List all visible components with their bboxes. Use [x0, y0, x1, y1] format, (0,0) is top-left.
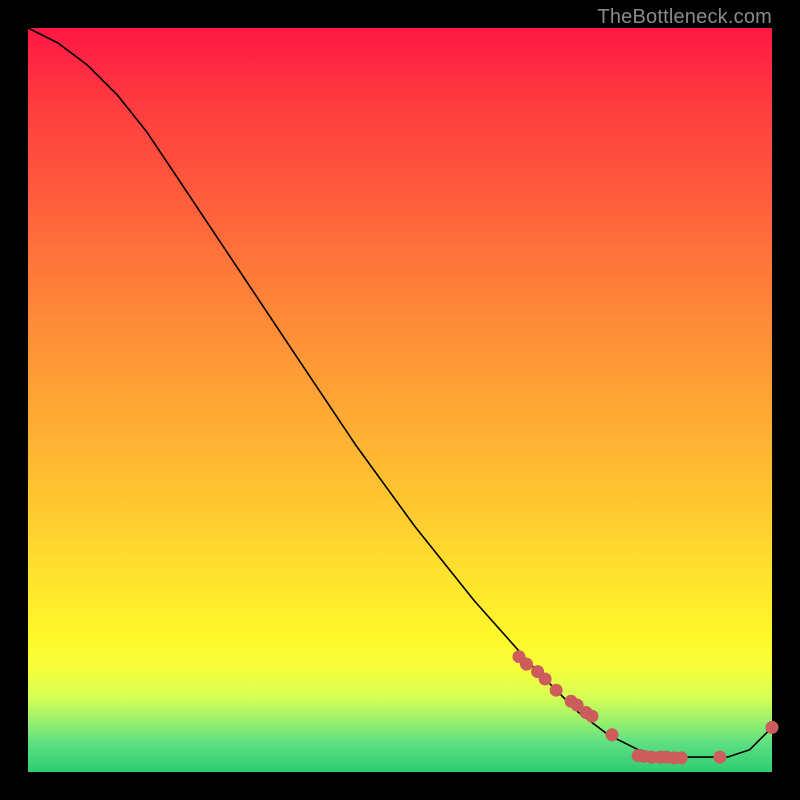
chart-stage: TheBottleneck.com: [0, 0, 800, 800]
marker-dot: [713, 751, 726, 764]
marker-dot: [539, 673, 552, 686]
marker-dot: [766, 721, 779, 734]
bottleneck-curve: [28, 28, 772, 757]
marker-dot: [550, 684, 563, 697]
marker-dot: [675, 751, 688, 764]
marker-dot: [520, 658, 533, 671]
watermark-label: TheBottleneck.com: [597, 6, 772, 29]
marker-group: [513, 650, 779, 764]
chart-overlay: [28, 28, 772, 772]
marker-dot: [606, 728, 619, 741]
marker-dot: [586, 710, 599, 723]
